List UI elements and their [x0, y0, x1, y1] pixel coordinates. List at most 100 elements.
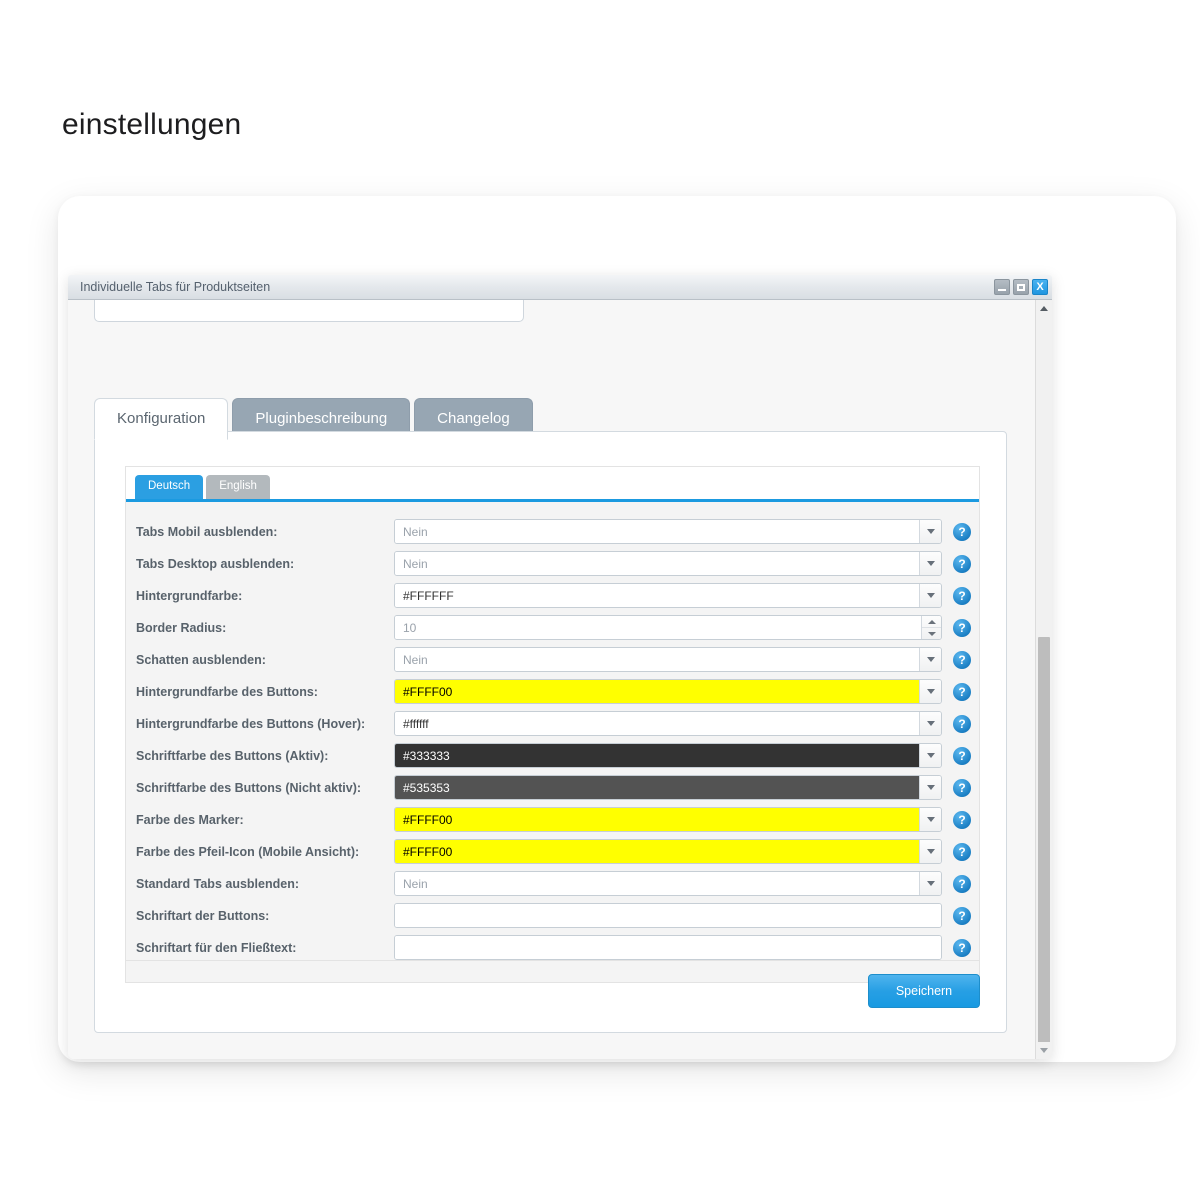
- field-label: Hintergrundfarbe des Buttons:: [136, 684, 318, 699]
- form-row: Hintergrundfarbe: #FFFFFF?: [126, 580, 979, 612]
- field-dropdown[interactable]: #FFFFFF: [394, 583, 942, 609]
- scroll-down-button[interactable]: [1036, 1042, 1052, 1059]
- page-title: einstellungen: [62, 108, 242, 141]
- help-icon[interactable]: ?: [953, 650, 971, 669]
- save-button[interactable]: Speichern: [868, 974, 980, 1008]
- form-row: Hintergrundfarbe des Buttons: #FFFF00?: [126, 676, 979, 708]
- field-label: Schriftfarbe des Buttons (Nicht aktiv):: [136, 780, 362, 795]
- dropdown-toggle[interactable]: [919, 808, 941, 832]
- field-label: Schriftart der Buttons:: [136, 908, 270, 923]
- field-dropdown[interactable]: #FFFF00: [394, 839, 942, 865]
- field-value[interactable]: [395, 904, 941, 928]
- chevron-down-icon: [926, 593, 935, 599]
- help-icon[interactable]: ?: [953, 586, 971, 605]
- field-label: Hintergrundfarbe:: [136, 588, 243, 603]
- minimize-button[interactable]: [994, 279, 1010, 295]
- dropdown-toggle[interactable]: [919, 840, 941, 864]
- dropdown-toggle[interactable]: [919, 520, 941, 544]
- number-stepper[interactable]: [921, 616, 941, 640]
- close-button[interactable]: X: [1032, 279, 1048, 295]
- dropdown-toggle[interactable]: [919, 680, 941, 704]
- help-icon[interactable]: ?: [953, 938, 971, 957]
- field-text[interactable]: [394, 903, 942, 929]
- field-value[interactable]: Nein: [395, 872, 919, 896]
- field-value[interactable]: #535353: [395, 776, 919, 800]
- chevron-up-icon: [927, 619, 936, 624]
- field-spinner[interactable]: 10: [394, 615, 942, 641]
- chevron-down-icon: [926, 785, 935, 791]
- help-icon[interactable]: ?: [953, 714, 971, 733]
- help-icon[interactable]: ?: [953, 522, 971, 541]
- dropdown-toggle[interactable]: [919, 872, 941, 896]
- help-icon[interactable]: ?: [953, 618, 971, 637]
- chevron-down-icon: [926, 657, 935, 663]
- field-value[interactable]: Nein: [395, 520, 919, 544]
- stepper-increment[interactable]: [922, 616, 941, 629]
- dropdown-toggle[interactable]: [919, 552, 941, 576]
- field-label: Farbe des Marker:: [136, 812, 244, 827]
- stepper-decrement[interactable]: [922, 628, 941, 639]
- help-icon[interactable]: ?: [953, 554, 971, 573]
- application-window: Individuelle Tabs für Produktseiten X Ko…: [68, 275, 1052, 1059]
- help-icon[interactable]: ?: [953, 778, 971, 797]
- form-row: Schriftfarbe des Buttons (Nicht aktiv): #…: [126, 772, 979, 804]
- chevron-down-icon: [926, 689, 935, 695]
- field-dropdown[interactable]: Nein: [394, 551, 942, 577]
- tab-konfiguration[interactable]: Konfiguration: [94, 398, 229, 440]
- scrollbar-thumb[interactable]: [1038, 637, 1050, 1055]
- field-dropdown[interactable]: Nein: [394, 871, 942, 897]
- field-value[interactable]: #FFFFFF: [395, 584, 919, 608]
- content-area: Konfiguration Pluginbeschreibung Changel…: [68, 300, 1035, 1059]
- help-icon[interactable]: ?: [953, 906, 971, 925]
- dropdown-toggle[interactable]: [919, 648, 941, 672]
- field-value[interactable]: 10: [395, 616, 921, 640]
- partial-top-field[interactable]: [94, 300, 524, 322]
- vertical-scrollbar[interactable]: [1035, 300, 1052, 1059]
- chevron-up-icon: [1040, 306, 1048, 311]
- help-icon[interactable]: ?: [953, 842, 971, 861]
- dropdown-toggle[interactable]: [919, 712, 941, 736]
- maximize-button[interactable]: [1013, 279, 1029, 295]
- field-value[interactable]: #FFFF00: [395, 680, 919, 704]
- field-value[interactable]: #FFFF00: [395, 808, 919, 832]
- field-value[interactable]: [395, 936, 941, 960]
- chevron-down-icon: [926, 849, 935, 855]
- form-row: Farbe des Marker: #FFFF00?: [126, 804, 979, 836]
- help-icon[interactable]: ?: [953, 810, 971, 829]
- form-row: Schriftfarbe des Buttons (Aktiv): #333333…: [126, 740, 979, 772]
- window-titlebar[interactable]: Individuelle Tabs für Produktseiten X: [68, 275, 1052, 300]
- help-icon[interactable]: ?: [953, 682, 971, 701]
- settings-form: Deutsch English Tabs Mobil ausblenden: Ne…: [125, 466, 980, 983]
- window-title: Individuelle Tabs für Produktseiten: [80, 280, 271, 294]
- dropdown-toggle[interactable]: [919, 584, 941, 608]
- field-dropdown[interactable]: #535353: [394, 775, 942, 801]
- field-value[interactable]: Nein: [395, 648, 919, 672]
- field-value[interactable]: #ffffff: [395, 712, 919, 736]
- field-dropdown[interactable]: #FFFF00: [394, 807, 942, 833]
- scroll-up-button[interactable]: [1036, 300, 1052, 317]
- field-dropdown[interactable]: Nein: [394, 519, 942, 545]
- field-value[interactable]: #333333: [395, 744, 919, 768]
- field-label: Schriftart für den Fließtext:: [136, 940, 297, 955]
- field-label: Schatten ausblenden:: [136, 652, 266, 667]
- field-value[interactable]: Nein: [395, 552, 919, 576]
- lang-tab-english[interactable]: English: [206, 475, 270, 499]
- help-icon[interactable]: ?: [953, 746, 971, 765]
- form-footer: Speichern: [125, 960, 980, 1008]
- form-row: Hintergrundfarbe des Buttons (Hover): #ff…: [126, 708, 979, 740]
- form-row: Tabs Mobil ausblenden: Nein?: [126, 516, 979, 548]
- dropdown-toggle[interactable]: [919, 744, 941, 768]
- help-icon[interactable]: ?: [953, 874, 971, 893]
- field-dropdown[interactable]: #FFFF00: [394, 679, 942, 705]
- field-dropdown[interactable]: Nein: [394, 647, 942, 673]
- field-label: Standard Tabs ausblenden:: [136, 876, 299, 891]
- lang-tab-deutsch[interactable]: Deutsch: [135, 475, 204, 499]
- minimize-icon: [998, 288, 1006, 291]
- dropdown-toggle[interactable]: [919, 776, 941, 800]
- field-dropdown[interactable]: #ffffff: [394, 711, 942, 737]
- language-tab-bar: Deutsch English: [126, 467, 979, 502]
- field-text[interactable]: [394, 935, 942, 961]
- field-dropdown[interactable]: #333333: [394, 743, 942, 769]
- configuration-panel: Deutsch English Tabs Mobil ausblenden: Ne…: [94, 431, 1007, 1033]
- field-value[interactable]: #FFFF00: [395, 840, 919, 864]
